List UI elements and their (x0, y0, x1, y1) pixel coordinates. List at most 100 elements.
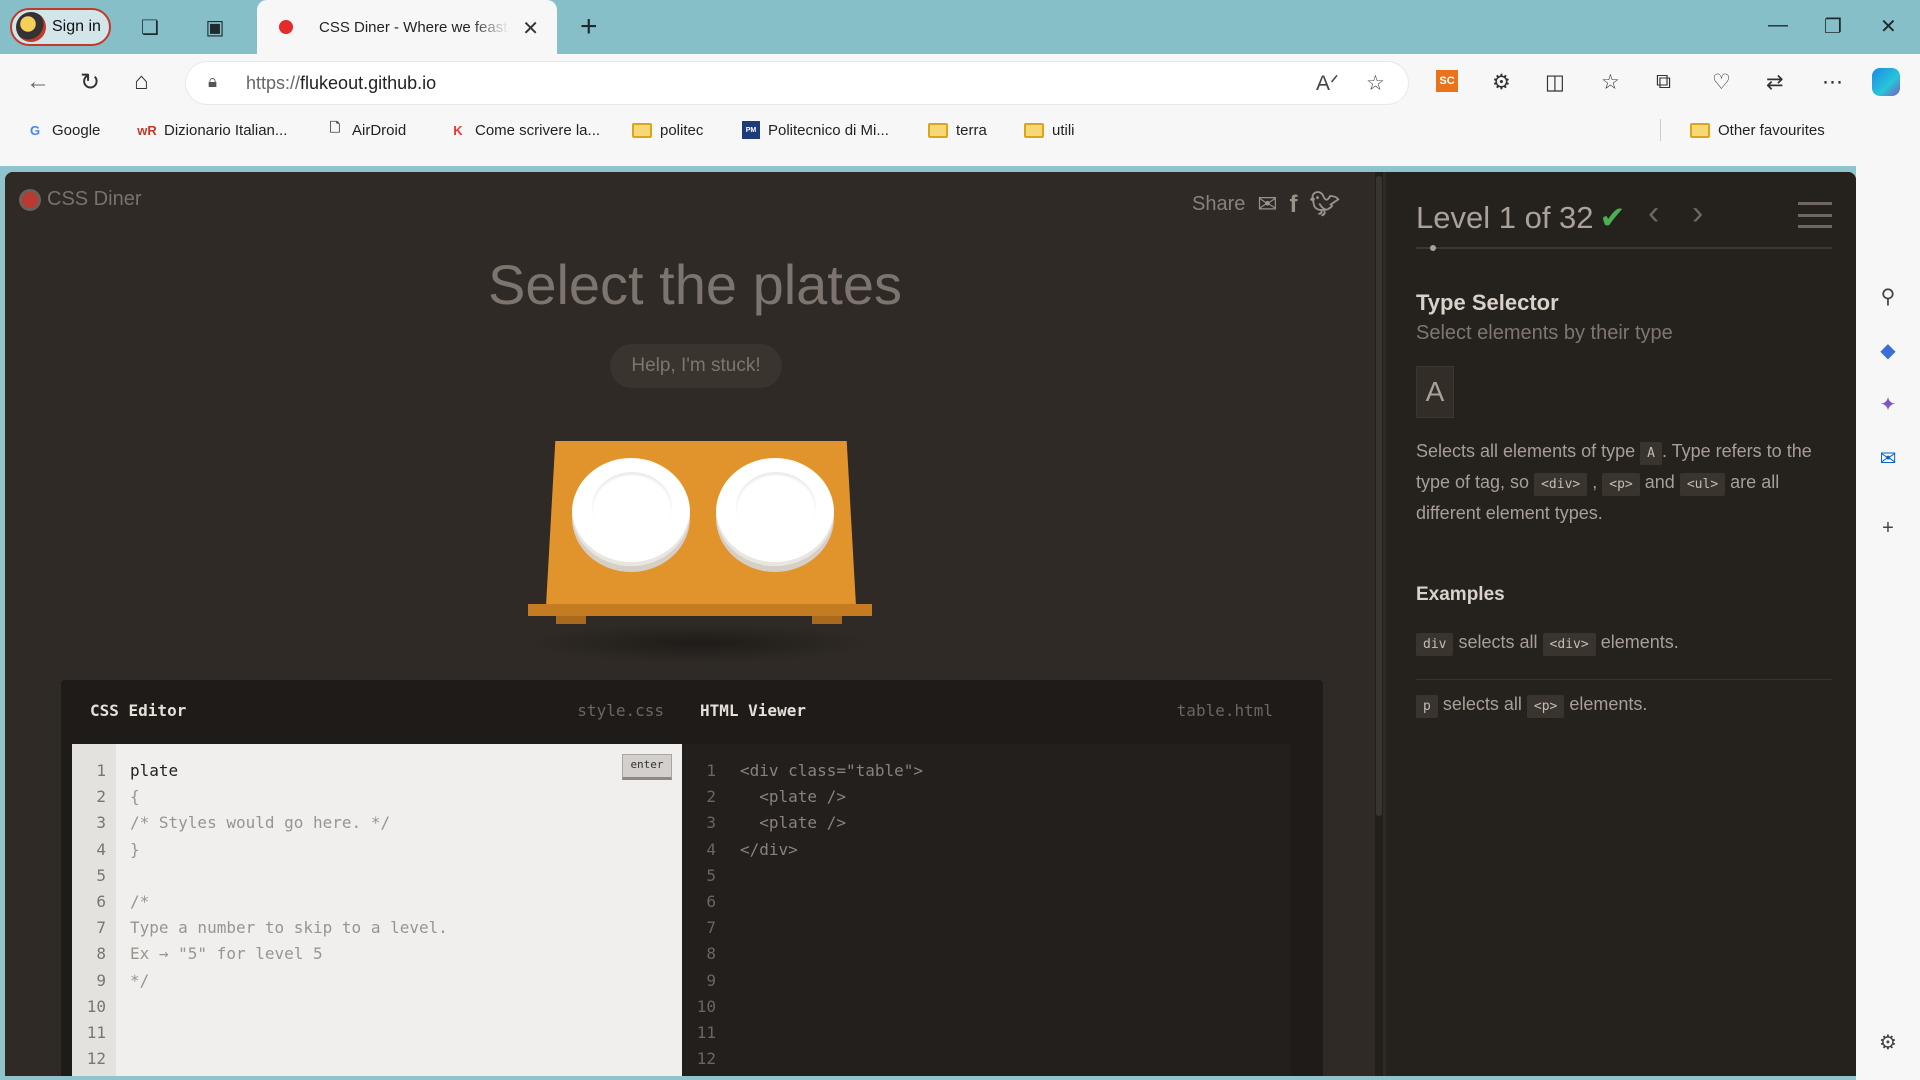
selector-hint: Selects all elements of type A. Type ref… (1416, 436, 1836, 529)
bookmark-google[interactable]: G Google (26, 118, 100, 142)
selector-description: Select elements by their type (1416, 322, 1673, 344)
polimi-icon: PM (742, 121, 760, 139)
bookmark-label: politec (660, 121, 704, 139)
home-icon[interactable]: ⌂ (134, 68, 149, 96)
css-selector-input[interactable]: plate (130, 761, 178, 780)
bookmark-terra[interactable]: terra (928, 118, 987, 142)
facebook-icon[interactable]: f (1289, 191, 1297, 219)
sign-in-button[interactable]: Sign in (10, 8, 111, 46)
scrollbar-thumb[interactable] (1376, 176, 1382, 816)
tab-actions-icon[interactable]: ▣ (203, 15, 227, 39)
more-menu-icon[interactable]: ⋯ (1822, 70, 1843, 95)
css-file-name: style.css (577, 700, 664, 720)
browser-essentials-icon[interactable]: ♡ (1712, 70, 1731, 95)
extensions-icon[interactable]: ⚙ (1492, 70, 1511, 95)
new-tab-icon[interactable]: + (580, 10, 598, 44)
bookmark-other-favourites[interactable]: Other favourites (1690, 118, 1825, 142)
edge-sidebar: ⚲ ◆ ✦ ✉ + ⚙ (1856, 166, 1920, 1080)
bookmark-dizionario[interactable]: wR Dizionario Italian... (137, 118, 288, 142)
bookmark-divider (1660, 119, 1661, 141)
html-markup: <div class="table"> <plate /> <plate /> … (740, 761, 924, 859)
copilot-icon[interactable] (1872, 68, 1900, 96)
example-tag: <p> (1526, 695, 1565, 718)
css-diner-logo[interactable]: CSS Diner (19, 188, 141, 211)
folder-icon (928, 122, 948, 138)
examples-title: Examples (1416, 584, 1505, 605)
bookmark-politec[interactable]: politec (632, 118, 703, 142)
folder-icon (632, 122, 652, 138)
refresh-icon[interactable]: ↻ (80, 68, 100, 97)
example-item: p selects all <p> elements. (1416, 694, 1647, 718)
favourites-icon[interactable]: ☆ (1601, 70, 1620, 95)
folder-icon (1024, 122, 1044, 138)
profile-avatar (16, 12, 46, 42)
add-sidebar-app-icon[interactable]: + (1876, 516, 1900, 540)
bookmark-politecnico[interactable]: PM Politecnico di Mi... (742, 118, 889, 142)
hint-text: , (1592, 472, 1598, 492)
html-line-numbers: 1 2 3 4 5 6 7 8 9 10 11 12 (696, 761, 716, 1069)
html-file-name: table.html (1176, 700, 1273, 720)
address-bar[interactable]: 🔒︎ https://flukeout.github.io Aᐟ ☆ (186, 62, 1408, 104)
html-viewer-header: HTML Viewer table.html (682, 680, 1291, 740)
dining-table (526, 437, 872, 663)
twitter-icon[interactable]: 🐦︎ (1309, 190, 1339, 219)
browser-toolbar: ← ↻ ⌂ 🔒︎ https://flukeout.github.io Aᐟ ☆… (0, 54, 1920, 166)
next-level-icon[interactable]: › (1692, 194, 1703, 233)
wordreference-icon: wR (137, 122, 157, 138)
url-scheme: https:// (246, 72, 301, 93)
sync-icon[interactable]: ⇄ (1766, 70, 1784, 95)
favourite-star-icon[interactable]: ☆ (1366, 71, 1385, 96)
hint-tag: <ul> (1679, 473, 1726, 496)
html-viewer-title: HTML Viewer (700, 700, 806, 720)
selector-syntax: A (1416, 366, 1454, 418)
bookmark-utili[interactable]: utili (1024, 118, 1075, 142)
hint-tag: <div> (1534, 473, 1588, 496)
tab-close-icon[interactable]: ✕ (522, 16, 539, 41)
bookmark-label: Politecnico di Mi... (768, 121, 889, 139)
active-tab[interactable]: CSS Diner - Where we feast ✕ (257, 0, 557, 54)
window-close-icon[interactable]: ✕ (1880, 14, 1897, 39)
table-leg (812, 616, 842, 624)
minimize-icon[interactable]: — (1768, 14, 1788, 37)
page-icon: 🗋 (329, 120, 341, 135)
title-bar: Sign in ❏ ▣ CSS Diner - Where we feast ✕… (0, 0, 1920, 54)
logo-icon (19, 188, 41, 211)
example-text: selects all (1458, 632, 1538, 652)
tab-title: CSS Diner - Where we feast (319, 18, 508, 36)
progress-dot (1430, 245, 1436, 251)
examples-divider (1416, 679, 1832, 680)
sidebar-settings-icon[interactable]: ⚙ (1876, 1030, 1900, 1054)
bookmark-label: utili (1052, 121, 1075, 139)
shopping-icon[interactable]: ◆ (1876, 338, 1900, 362)
bookmark-come-scrivere[interactable]: K Come scrivere la... (449, 118, 600, 142)
email-icon[interactable]: ✉ (1257, 190, 1277, 219)
help-button[interactable]: Help, I'm stuck! (610, 344, 782, 388)
level-progress (1416, 245, 1832, 251)
sign-in-label: Sign in (52, 18, 101, 35)
page-scrollbar[interactable] (1375, 172, 1383, 1076)
selector-name: Type Selector (1416, 290, 1559, 315)
css-editor[interactable]: 1 2 3 4 5 6 7 8 9 10 11 12 plate { /* St… (72, 744, 682, 1076)
previous-level-icon[interactable]: ‹ (1648, 194, 1659, 233)
split-screen-icon[interactable]: ◫ (1545, 70, 1565, 95)
bookmark-airdroid[interactable]: 🗋 AirDroid (326, 118, 406, 142)
editor-panel: CSS Editor style.css HTML Viewer table.h… (61, 680, 1323, 1076)
read-aloud-icon[interactable]: Aᐟ (1316, 71, 1339, 96)
table-shadow (526, 623, 872, 663)
outlook-icon[interactable]: ✉ (1876, 446, 1900, 470)
restore-icon[interactable]: ❐ (1824, 14, 1842, 39)
bookmark-label: Dizionario Italian... (164, 121, 288, 139)
copilot-sidebar-icon[interactable]: ✦ (1876, 392, 1900, 416)
plate[interactable] (716, 458, 834, 566)
enter-button[interactable]: enter (622, 754, 672, 780)
workspaces-icon[interactable]: ❏ (138, 15, 162, 39)
level-menu-icon[interactable] (1798, 202, 1832, 228)
collections-icon[interactable]: ⧉ (1656, 70, 1671, 94)
level-indicator: Level 1 of 32 ✔ (1416, 200, 1626, 236)
search-icon[interactable]: ⚲ (1876, 284, 1900, 308)
table-edge (528, 604, 872, 616)
tab-favicon (279, 20, 293, 34)
back-icon[interactable]: ← (26, 68, 50, 96)
extension-sc-icon[interactable]: SC (1436, 70, 1458, 92)
plate[interactable] (572, 458, 690, 566)
